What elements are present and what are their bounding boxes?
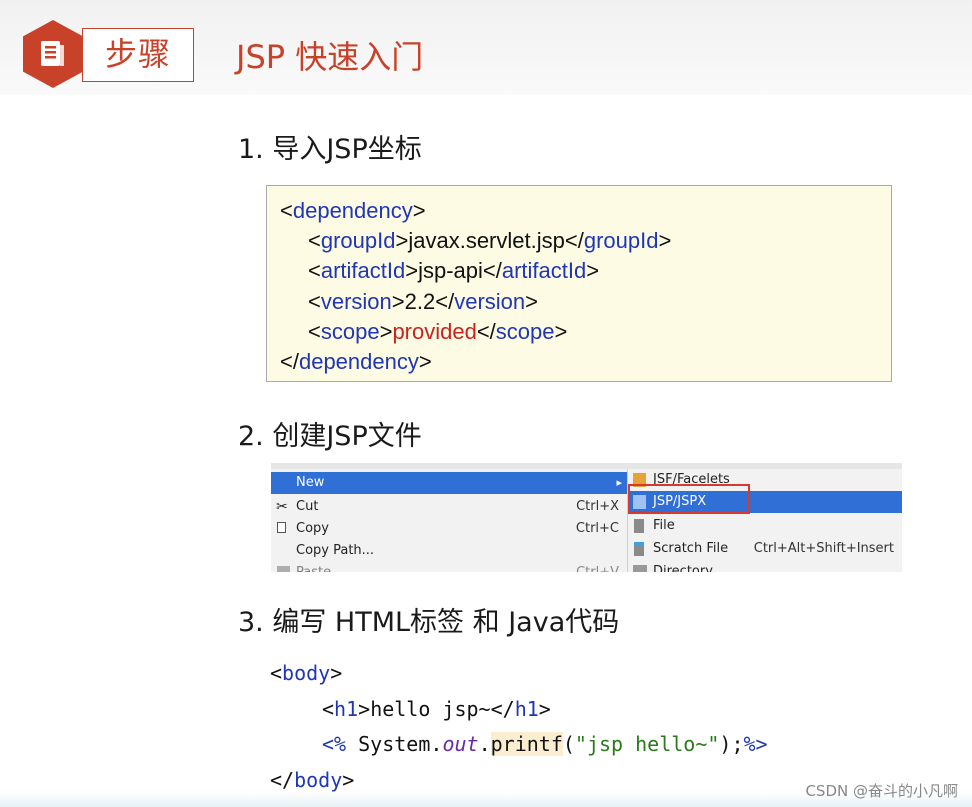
code-line-h1: <h1>hello jsp~</h1> xyxy=(322,696,551,721)
step-2-heading: 2. 创建JSP文件 xyxy=(238,421,422,452)
menu-item-label: Copy Path... xyxy=(296,543,375,558)
code-tag: h1 xyxy=(334,696,359,721)
scissors-icon: ✂ xyxy=(276,499,288,515)
menu-item-cut[interactable]: ✂ Cut Ctrl+X xyxy=(271,496,627,518)
xml-line-dependency-open: <dependency> xyxy=(280,198,426,223)
menu-item-label: Scratch File xyxy=(653,541,729,556)
menu-item-paste[interactable]: Paste Ctrl+V xyxy=(271,562,627,572)
menu-item-label: Copy xyxy=(296,521,329,536)
menu-item-label: New xyxy=(296,475,325,490)
xml-tag: version xyxy=(454,288,526,314)
xml-line-scope: <scope>provided</scope> xyxy=(308,318,568,344)
code-tag: body xyxy=(294,767,343,792)
code-field: out xyxy=(442,732,479,756)
xml-tag: artifactId xyxy=(320,258,406,284)
menu-item-label: Cut xyxy=(296,499,319,514)
menu-item-label: Directory xyxy=(653,564,713,572)
code-line-body-open: <body> xyxy=(270,661,343,685)
page-title: JSP 快速入门 xyxy=(236,38,424,76)
code-tag: h1 xyxy=(514,696,539,721)
menu-item-new[interactable]: New ▸ xyxy=(271,472,627,494)
step-3-heading: 3. 编写 HTML标签 和 Java代码 xyxy=(238,607,620,638)
xml-tag: scope xyxy=(495,318,555,344)
steps-badge: 步骤 xyxy=(82,28,194,82)
code-string: "jsp hello~" xyxy=(574,732,720,756)
context-menu-screenshot: New ▸ ✂ Cut Ctrl+X Copy Ctrl+C Copy Path… xyxy=(271,463,902,572)
xml-tag: groupId xyxy=(583,228,659,254)
document-icon xyxy=(41,41,64,66)
submenu-arrow-icon: ▸ xyxy=(616,476,622,489)
menu-item-label: File xyxy=(653,518,675,533)
menu-item-copy[interactable]: Copy Ctrl+C xyxy=(271,518,627,540)
xml-tag: dependency xyxy=(292,198,413,223)
xml-value: 2.2 xyxy=(404,288,436,314)
step-1-heading: 1. 导入JSP坐标 xyxy=(238,134,422,165)
xml-line-artifactid: <artifactId>jsp-api</artifactId> xyxy=(308,258,600,284)
xml-line-groupid: <groupId>javax.servlet.jsp</groupId> xyxy=(308,228,672,254)
xml-line-dependency-close: </dependency> xyxy=(280,349,432,375)
jsp-highlight-box xyxy=(628,484,750,514)
folder-icon xyxy=(633,565,647,572)
xml-value: javax.servlet.jsp xyxy=(408,228,565,254)
menu-item-copy-path[interactable]: Copy Path... xyxy=(271,540,627,562)
code-snippet: <body> <h1>hello jsp~</h1> <% System.out… xyxy=(270,656,768,798)
context-menu-left: New ▸ ✂ Cut Ctrl+X Copy Ctrl+C Copy Path… xyxy=(271,469,628,572)
menu-item-shortcut: Ctrl+C xyxy=(575,521,619,536)
scratch-file-icon xyxy=(634,542,644,556)
scriptlet-close: %> xyxy=(743,732,768,756)
file-icon xyxy=(634,519,644,533)
xml-tag: artifactId xyxy=(501,258,587,284)
paste-icon xyxy=(277,566,290,572)
scriptlet-open: <% xyxy=(322,732,347,756)
code-method: printf xyxy=(490,732,563,756)
menu-item-directory[interactable]: Directory xyxy=(628,561,902,572)
xml-tag: groupId xyxy=(320,228,396,254)
xml-tag: version xyxy=(320,288,392,314)
menu-item-label: Paste xyxy=(296,562,331,572)
menu-item-scratch-file[interactable]: Scratch File Ctrl+Alt+Shift+Insert xyxy=(628,538,902,560)
menu-item-shortcut: Ctrl+V xyxy=(576,562,619,572)
code-text: System xyxy=(358,732,431,756)
code-text: hello jsp~ xyxy=(370,696,491,721)
xml-value: jsp-api xyxy=(418,258,483,284)
xml-line-version: <version>2.2</version> xyxy=(308,288,538,314)
xml-value: provided xyxy=(392,318,477,344)
menu-item-shortcut: Ctrl+Alt+Shift+Insert xyxy=(753,541,894,556)
xml-tag: scope xyxy=(320,318,380,344)
watermark: CSDN @奋斗的小凡啊 xyxy=(805,782,958,800)
code-line-scriptlet: <% System.out.printf("jsp hello~");%> xyxy=(322,732,768,756)
menu-item-file[interactable]: File xyxy=(628,515,902,537)
xml-tag: dependency xyxy=(298,349,419,375)
xml-dependency-box: <dependency> <groupId>javax.servlet.jsp<… xyxy=(266,185,892,382)
code-tag: body xyxy=(282,661,331,685)
menu-item-shortcut: Ctrl+X xyxy=(576,499,619,514)
copy-icon xyxy=(277,522,286,533)
